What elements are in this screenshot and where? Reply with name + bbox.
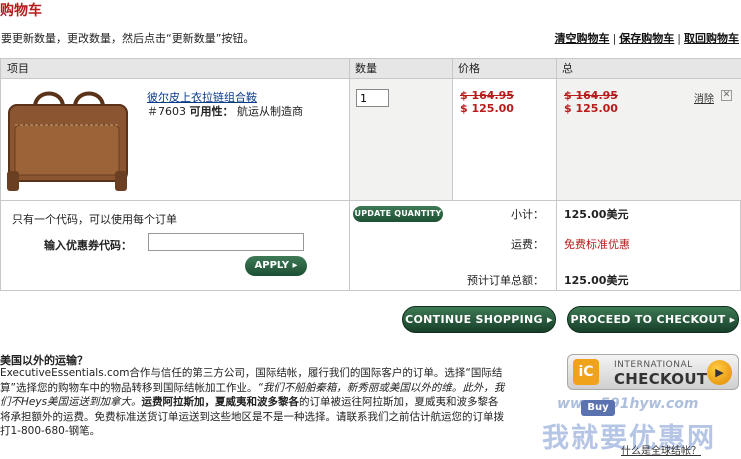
page-title: 购物车 xyxy=(0,3,42,19)
separator: | xyxy=(612,32,617,45)
price-sale: $ 125.00 xyxy=(460,102,514,115)
subtotal-value: 125.00美元 xyxy=(564,208,629,221)
product-info: ＃7603 可用性： 航运从制造商 xyxy=(147,103,303,119)
total-original: $ 164.95 xyxy=(564,89,618,102)
buy-button[interactable]: Buy xyxy=(581,400,615,416)
availability-value: 航运从制造商 xyxy=(237,105,303,118)
subtotal-label: 小计： xyxy=(511,208,544,221)
separator: | xyxy=(677,32,681,45)
play-arrow-icon: ▶ xyxy=(707,360,732,385)
badge-line1: INTERNATIONAL xyxy=(614,360,693,370)
header-quantity: 数量 xyxy=(349,59,452,79)
continue-shopping-button[interactable]: CONTINUE SHOPPING ▸ xyxy=(402,306,556,333)
divider xyxy=(556,59,557,290)
badge-line2: CHECKOUT xyxy=(614,370,708,388)
global-checkout-faq-link[interactable]: 什么是全球结帐？ xyxy=(621,442,701,457)
watermark-url: www.591hyw.com xyxy=(557,396,699,412)
product-image[interactable] xyxy=(5,85,135,197)
empty-cart-link[interactable]: 清空购物车 xyxy=(555,32,610,45)
instruction-text: 要更新数量，更改数量，然后点击“更新数量”按钮。 xyxy=(1,32,255,45)
product-sku: ＃7603 xyxy=(147,105,186,118)
intl-line: 们不Heys美国运送到加拿大。运费阿拉斯加，夏威夷和波多黎各的订单被运往阿拉斯加… xyxy=(0,396,499,408)
header-total: 总 xyxy=(556,59,741,79)
estimated-total-label: 预计订单总额： xyxy=(467,274,544,287)
intl-line: 算”选择您的购物车中的物品转移到国际结帐加工作业。“我们不船舶秦箱，新秀丽或美国… xyxy=(0,381,505,394)
remove-item-link[interactable]: 消除 xyxy=(694,90,714,105)
total-sale: $ 125.00 xyxy=(564,102,618,115)
coupon-note: 只有一个代码，可以使用每个订单 xyxy=(12,213,177,226)
cart-table: 项目 数量 价格 总 彼尔皮上衣拉链组合鞍 ＃7603 可用性： 航运从制造商 … xyxy=(0,58,741,291)
retrieve-cart-link[interactable]: 取回购物车 xyxy=(684,32,739,45)
coupon-label: 输入优惠券代码： xyxy=(44,239,132,252)
header-item: 项目 xyxy=(1,59,349,79)
shipping-label: 运费： xyxy=(511,238,544,251)
save-cart-link[interactable]: 保存购物车 xyxy=(619,32,674,45)
intl-line: 将承担额外的运费。免费标准送货订单运送到这些地区是不是一种选择。请联系我们之前估… xyxy=(0,410,504,423)
estimated-total-value: 125.00美元 xyxy=(564,274,629,287)
divider xyxy=(452,59,453,200)
price-original: $ 164.95 xyxy=(460,89,514,102)
intl-line: ExecutiveEssentials.com合作与信任的第三方公司，国际结帐，… xyxy=(0,367,503,379)
coupon-input[interactable] xyxy=(148,233,304,251)
header-price: 价格 xyxy=(452,59,556,79)
intl-line: 打1-800-680-钢笔。 xyxy=(0,425,101,437)
apply-coupon-button[interactable]: APPLY ▸ xyxy=(245,256,307,276)
quantity-input[interactable] xyxy=(356,89,389,107)
update-quantity-button[interactable]: UPDATE QUANTITY xyxy=(353,206,443,222)
proceed-to-checkout-button[interactable]: PROCEED TO CHECKOUT ▸ xyxy=(567,306,739,333)
divider xyxy=(349,59,350,290)
international-checkout-logo-icon: iC xyxy=(573,359,599,385)
availability-label: 可用性： xyxy=(189,105,234,118)
international-checkout-button[interactable]: iC INTERNATIONAL CHECKOUT ▶ xyxy=(567,354,739,390)
cart-actions: 清空购物车 | 保存购物车 | 取回购物车 xyxy=(555,30,739,46)
international-shipping-text: ExecutiveEssentials.com合作与信任的第三方公司，国际结帐，… xyxy=(0,366,556,439)
shipping-value: 免费标准优惠 xyxy=(564,238,630,251)
close-icon[interactable]: ✕ xyxy=(721,90,732,101)
divider xyxy=(1,200,740,201)
